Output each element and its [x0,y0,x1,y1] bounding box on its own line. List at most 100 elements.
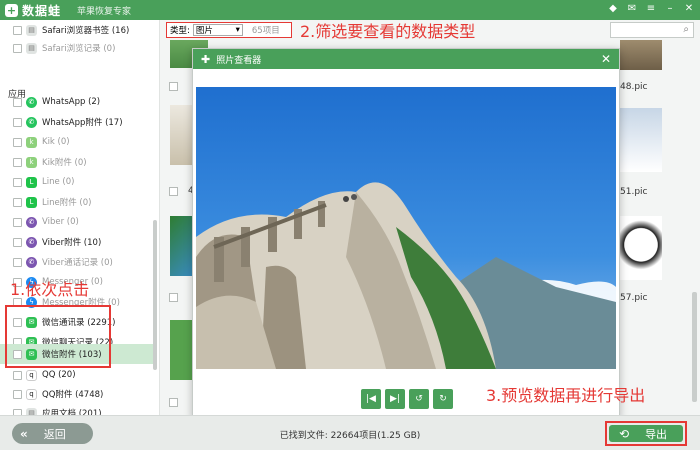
rotate-left-icon[interactable]: ↺ [409,389,429,409]
refresh-icon: ⟲ [619,426,630,441]
type-dropdown[interactable]: 图片 ▾ [192,24,243,36]
mail-icon[interactable]: ✉ [627,3,637,14]
checkbox[interactable] [13,97,22,107]
minimize-icon[interactable]: – [665,3,675,14]
close-icon[interactable]: ✕ [601,52,611,66]
checkbox[interactable] [13,177,22,187]
export-button[interactable]: ⟲ 导出 [609,425,683,442]
checkbox[interactable] [13,157,22,167]
viewer-title: 照片查看器 [216,55,262,66]
checkbox[interactable] [13,257,22,267]
viber-icon: ✆ [26,236,37,248]
whatsapp-icon: ✆ [26,96,37,108]
sidebar-item-label: 应用文档 (201) [42,409,102,415]
checkbox[interactable] [13,43,22,53]
sidebar-item[interactable]: ✆ Viber附件 (10) [0,232,156,252]
kik-icon: k [26,156,37,168]
checkbox[interactable] [13,197,22,207]
highlight-box-step1 [5,305,111,368]
chevron-down-icon: ▾ [235,25,240,35]
sidebar-item[interactable]: ▤ 应用文档 (201) [0,403,156,415]
search-icon: ⌕ [683,24,689,35]
checkbox[interactable] [13,389,22,399]
last-icon[interactable]: ▶| [385,389,405,409]
sidebar-item[interactable]: ✆ Viber通话记录 (0) [0,252,156,272]
sidebar-item[interactable]: k Kik (0) [0,132,156,152]
photo-thumbnail[interactable] [620,216,662,280]
export-button-label: 导出 [645,427,668,441]
checkbox[interactable] [169,82,178,91]
checkbox[interactable] [13,217,22,227]
sidebar-item[interactable]: k Kik附件 (0) [0,152,156,172]
app-subtitle: 苹果恢复专家 [77,6,132,17]
annotation-step2: 2.筛选要查看的数据类型 [300,22,476,41]
checkbox[interactable] [13,137,22,147]
sidebar-item-label: QQ附件 (4748) [42,390,104,400]
checkbox[interactable] [169,293,178,302]
diamond-icon[interactable]: ◆ [608,3,618,14]
photo-thumbnail[interactable] [620,108,662,172]
app-logo: + [5,3,18,17]
sidebar-item[interactable]: ✆ WhatsApp附件 (17) [0,112,156,132]
filter-type-label: 类型: [170,26,190,36]
sidebar-scrollbar[interactable] [153,220,157,370]
footer-bar: « 返回 已找到文件: 22664项目(1.25 GB) ⟲ 导出 [0,415,700,450]
sidebar-item-label: Kik附件 (0) [42,158,87,168]
viewer-logo-icon: ✚ [201,52,211,66]
search-box[interactable]: ⌕ [610,22,694,38]
first-icon[interactable]: |◀ [361,389,381,409]
file-icon: ▤ [26,24,37,36]
sidebar-item[interactable]: q QQ附件 (4748) [0,384,156,404]
sidebar-item[interactable]: L Line (0) [0,172,156,192]
sidebar-item-label: Line附件 (0) [42,198,92,208]
viber-icon: ✆ [26,216,37,228]
file-icon: ▤ [26,407,37,415]
mountain-photo [196,87,616,369]
photo-thumbnail[interactable] [620,40,662,70]
rotate-right-icon[interactable]: ↻ [433,389,453,409]
sidebar-item[interactable]: q QQ (20) [0,365,156,385]
viber-icon: ✆ [26,256,37,268]
annotation-step1: 1.依次点击 [10,280,90,299]
sidebar-item-label: WhatsApp (2) [42,97,101,107]
file-name: 57.pic [620,293,648,303]
annotation-step3: 3.预览数据再进行导出 [486,386,646,405]
app-name: 数据蛙 [22,3,62,18]
sidebar-item[interactable]: ▤ Safari浏览记录 (0) [0,38,156,58]
file-name: 48.pic [620,82,648,92]
window-controls: ◆ ✉ ≡ – ✕ [608,3,694,14]
checkbox[interactable] [13,370,22,380]
sidebar-item-label: Viber附件 (10) [42,238,102,248]
sidebar-item-label: Viber (0) [42,217,79,227]
sidebar-item[interactable]: ✆ Viber (0) [0,212,156,232]
qq-icon: q [26,369,37,381]
line-icon: L [26,176,37,188]
sidebar-item-label: Viber通话记录 (0) [42,258,113,268]
close-icon[interactable]: ✕ [684,3,694,14]
sidebar-item[interactable]: ✆ WhatsApp (2) [0,92,156,112]
sidebar-item-label: Safari浏览器书签 (16) [42,26,130,36]
export-button-highlight: ⟲ 导出 [605,421,687,446]
file-name: 51.pic [620,187,648,197]
sidebar-item[interactable]: ▤ Safari浏览器书签 (16) [0,20,156,40]
kik-icon: k [26,136,37,148]
checkbox[interactable] [169,187,178,196]
preview-photo [196,87,616,369]
sidebar-item[interactable]: L Line附件 (0) [0,192,156,212]
gallery-scrollbar[interactable] [692,292,697,402]
file-icon: ▤ [26,42,37,54]
menu-icon[interactable]: ≡ [646,3,656,14]
photo-viewer-dialog: ✚ 照片查看器 ✕ |◀ ▶| ↺ ↻ [192,48,620,418]
checkbox[interactable] [169,398,178,407]
sidebar-item-label: Line (0) [42,177,75,187]
sidebar-item-label: QQ (20) [42,370,76,380]
checkbox[interactable] [13,25,22,35]
filter-count: 65项目 [251,26,280,36]
found-status: 已找到文件: 22664项目(1.25 GB) [279,431,421,441]
qq-icon: q [26,388,37,400]
line-icon: L [26,196,37,208]
checkbox[interactable] [13,237,22,247]
title-bar: + 数据蛙 苹果恢复专家 ◆ ✉ ≡ – ✕ [0,0,700,20]
checkbox[interactable] [13,117,22,127]
viewer-header: ✚ 照片查看器 ✕ [193,49,619,69]
